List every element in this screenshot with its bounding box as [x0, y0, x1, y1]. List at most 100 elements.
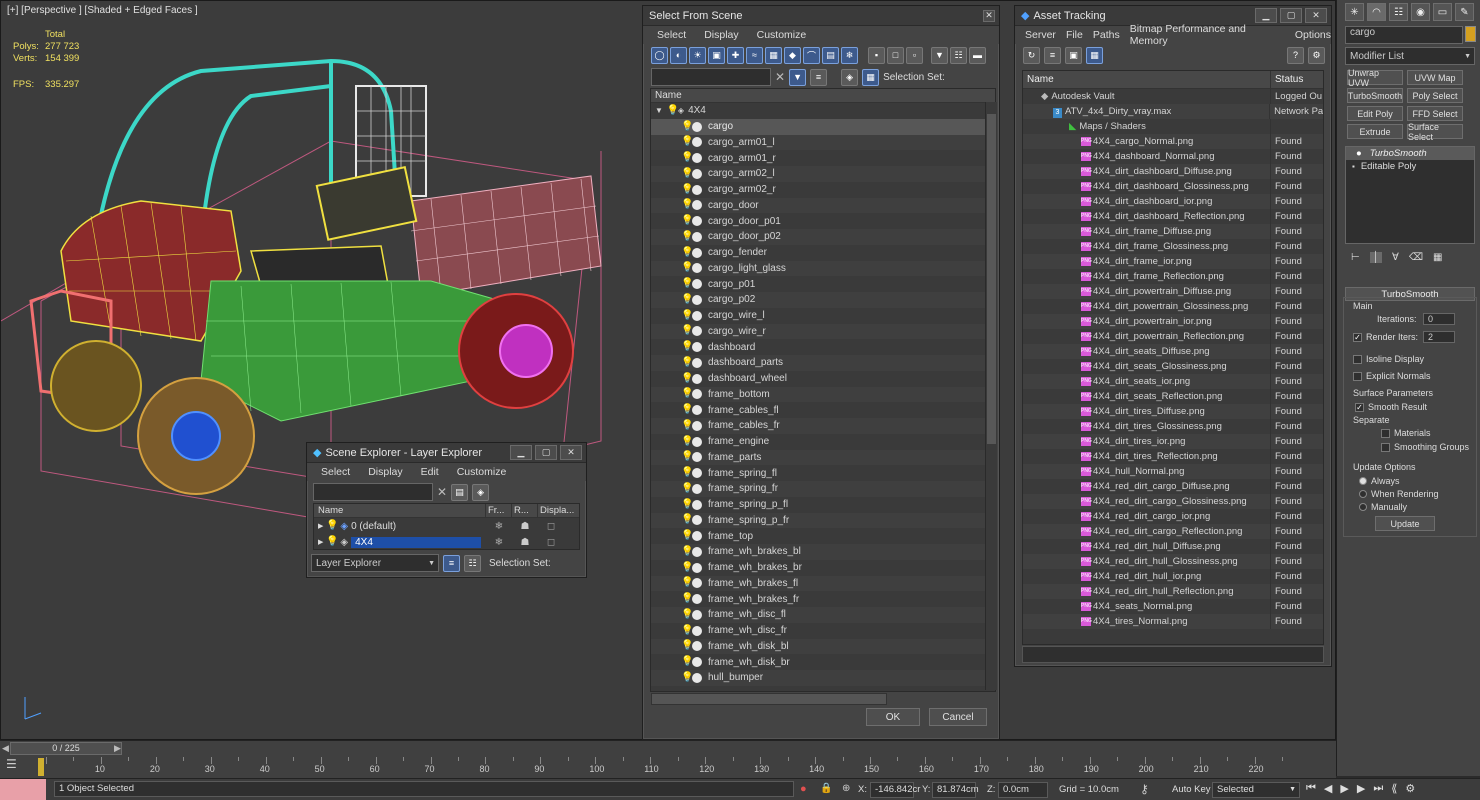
radio-icon[interactable]: [1359, 503, 1367, 511]
scene-object-row[interactable]: 💡 frame_spring_fl: [651, 465, 995, 481]
light-bulb-icon[interactable]: 💡: [681, 641, 693, 651]
expand-icon[interactable]: ▪: [1352, 162, 1355, 171]
checkbox-checked-icon[interactable]: ✓: [1353, 332, 1362, 342]
scene-object-row[interactable]: 💡 frame_wh_brakes_fr: [651, 591, 995, 607]
create-tab-icon[interactable]: ✳: [1345, 3, 1364, 21]
refresh-icon[interactable]: ↻: [1023, 46, 1040, 64]
y-coordinate-field[interactable]: 81.874cm: [932, 782, 979, 798]
checkbox-icon[interactable]: [1353, 371, 1362, 381]
menu-options[interactable]: Options: [1295, 29, 1331, 41]
checkbox-icon[interactable]: [1381, 442, 1390, 452]
scene-object-row[interactable]: 💡 frame_spring_p_fl: [651, 497, 995, 513]
utilities-tab-icon[interactable]: ✎: [1455, 3, 1474, 21]
update-always-row[interactable]: Always: [1359, 476, 1400, 486]
scene-object-row[interactable]: 💡 cargo: [651, 118, 995, 135]
group-filter-icon[interactable]: ▦: [765, 46, 782, 64]
scene-object-row[interactable]: 💡 frame_wh_brakes_br: [651, 560, 995, 576]
light-bulb-icon[interactable]: 💡: [681, 216, 693, 226]
object-color-swatch[interactable]: [1465, 26, 1476, 42]
layer-titlebar[interactable]: ◆ Scene Explorer - Layer Explorer ▁ ▢ ✕: [307, 443, 586, 463]
new-layer-icon[interactable]: ▤: [451, 483, 469, 501]
asset-row-map[interactable]: PNG4X4_dirt_powertrain_Reflection.png Fou…: [1023, 329, 1323, 344]
thumbnail-view-icon[interactable]: ▣: [1065, 46, 1082, 64]
asset-row-map[interactable]: PNG4X4_dirt_powertrain_ior.png Found: [1023, 314, 1323, 329]
display-box-icon[interactable]: ◻: [538, 521, 564, 532]
asset-path-field[interactable]: [1022, 646, 1324, 663]
light-bulb-icon[interactable]: 💡: [681, 531, 693, 541]
hierarchy-mode-icon[interactable]: ☷: [464, 554, 481, 572]
select-none-icon[interactable]: □: [887, 46, 904, 64]
scene-object-row[interactable]: 💡 cargo_arm01_l: [651, 134, 995, 151]
x-coordinate-field[interactable]: -146.842cr: [870, 782, 920, 798]
light-bulb-icon[interactable]: 💡: [681, 263, 693, 273]
table-view-icon[interactable]: ▦: [1086, 46, 1103, 64]
scene-object-row[interactable]: 💡 cargo_door_p01: [651, 213, 995, 229]
explorer-mode-dropdown[interactable]: Layer Explorer ▼: [311, 554, 439, 572]
pin-icon[interactable]: ●: [800, 783, 807, 795]
scene-object-row[interactable]: 💡 frame_parts: [651, 449, 995, 466]
maximize-icon[interactable]: ▢: [535, 445, 557, 460]
asset-row-map[interactable]: PNG4X4_dirt_tires_ior.png Found: [1023, 434, 1323, 449]
modify-tab-icon[interactable]: ◠: [1367, 3, 1386, 21]
light-bulb-icon[interactable]: 💡: [667, 105, 679, 116]
bone-filter-icon[interactable]: ⌒: [803, 46, 820, 64]
asset-row-map[interactable]: PNG4X4_red_dirt_hull_ior.png Found: [1023, 569, 1323, 584]
light-bulb-icon[interactable]: 💡: [326, 537, 338, 547]
scene-object-row[interactable]: 💡 cargo_wire_r: [651, 323, 995, 340]
menu-paths[interactable]: Paths: [1093, 29, 1120, 41]
go-to-end-icon[interactable]: ⏭: [1373, 782, 1383, 795]
collapse-icon[interactable]: ▼: [655, 106, 663, 115]
col-name[interactable]: Name: [314, 504, 486, 517]
z-coordinate-field[interactable]: 0.0cm: [998, 782, 1048, 798]
scene-object-row[interactable]: 💡 frame_wh_brakes_fl: [651, 575, 995, 592]
light-bulb-icon[interactable]: 💡: [681, 515, 693, 525]
checkbox-checked-icon[interactable]: ✓: [1355, 402, 1364, 412]
light-bulb-icon[interactable]: 💡: [681, 546, 693, 557]
light-bulb-icon[interactable]: 💡: [681, 468, 693, 478]
menu-customize[interactable]: Customize: [457, 466, 507, 478]
asset-row-map[interactable]: PNG4X4_dirt_seats_ior.png Found: [1023, 374, 1323, 389]
col-render[interactable]: R...: [512, 504, 538, 517]
maximize-icon[interactable]: ▢: [1280, 8, 1302, 23]
light-bulb-icon[interactable]: 💡: [681, 310, 693, 321]
scene-object-row[interactable]: 💡 dashboard_parts: [651, 355, 995, 371]
menu-file[interactable]: File: [1066, 29, 1083, 41]
menu-display[interactable]: Display: [368, 466, 402, 478]
clear-search-icon[interactable]: ✕: [437, 485, 447, 499]
time-slider[interactable]: 0 / 225: [10, 742, 122, 755]
scene-object-row[interactable]: 💡 frame_engine: [651, 434, 995, 450]
asset-row-map[interactable]: PNG4X4_cargo_Normal.png Found: [1023, 134, 1323, 149]
light-bulb-icon[interactable]: 💡: [681, 657, 693, 667]
motion-tab-icon[interactable]: ◉: [1411, 3, 1430, 21]
asset-row-map[interactable]: PNG4X4_seats_Normal.png Found: [1023, 599, 1323, 614]
frozen-filter-icon[interactable]: ❄: [841, 46, 858, 64]
vertical-scrollbar[interactable]: [985, 102, 997, 690]
asset-row-map[interactable]: PNG4X4_red_dirt_cargo_Reflection.png Foun…: [1023, 524, 1323, 539]
minimize-icon[interactable]: ▁: [510, 445, 532, 460]
pin-stack-icon[interactable]: ⊢: [1351, 252, 1360, 263]
settings-icon[interactable]: ⚙: [1308, 46, 1325, 64]
key-filter-dropdown[interactable]: Selected ▼: [1212, 782, 1300, 798]
asset-row-map[interactable]: PNG4X4_dirt_dashboard_ior.png Found: [1023, 194, 1323, 209]
lock-selection-icon[interactable]: 🔒: [820, 783, 832, 794]
asset-row-map[interactable]: PNG4X4_red_dirt_cargo_Glossiness.png Foun…: [1023, 494, 1323, 509]
scene-object-row[interactable]: 💡 dashboard_wheel: [651, 371, 995, 387]
asset-row-map[interactable]: PNG4X4_dirt_tires_Reflection.png Found: [1023, 449, 1323, 464]
scene-object-row[interactable]: 💡 cargo_light_glass: [651, 260, 995, 277]
lightbulb-icon[interactable]: ●: [1356, 148, 1362, 159]
menu-select[interactable]: Select: [321, 466, 350, 478]
select-invert-icon[interactable]: ▫: [906, 46, 923, 64]
light-bulb-icon[interactable]: 💡: [681, 452, 693, 462]
asset-row-map[interactable]: PNG4X4_dirt_frame_ior.png Found: [1023, 254, 1323, 269]
layer-stack-icon[interactable]: ◈: [841, 68, 859, 86]
play-icon[interactable]: ▶: [1340, 782, 1348, 795]
scene-object-row[interactable]: 💡 cargo_fender: [651, 245, 995, 261]
light-bulb-icon[interactable]: 💡: [681, 200, 693, 210]
checkbox-icon[interactable]: [1381, 428, 1390, 438]
geometry-filter-icon[interactable]: ◯: [651, 46, 668, 64]
scene-object-row[interactable]: 💡 frame_wh_disk_bl: [651, 638, 995, 655]
next-frame-icon[interactable]: ▶: [1357, 782, 1365, 795]
hierarchy-tab-icon[interactable]: ☷: [1389, 3, 1408, 21]
light-bulb-icon[interactable]: 💡: [681, 594, 693, 604]
asset-row-map[interactable]: PNG4X4_dashboard_Normal.png Found: [1023, 149, 1323, 164]
